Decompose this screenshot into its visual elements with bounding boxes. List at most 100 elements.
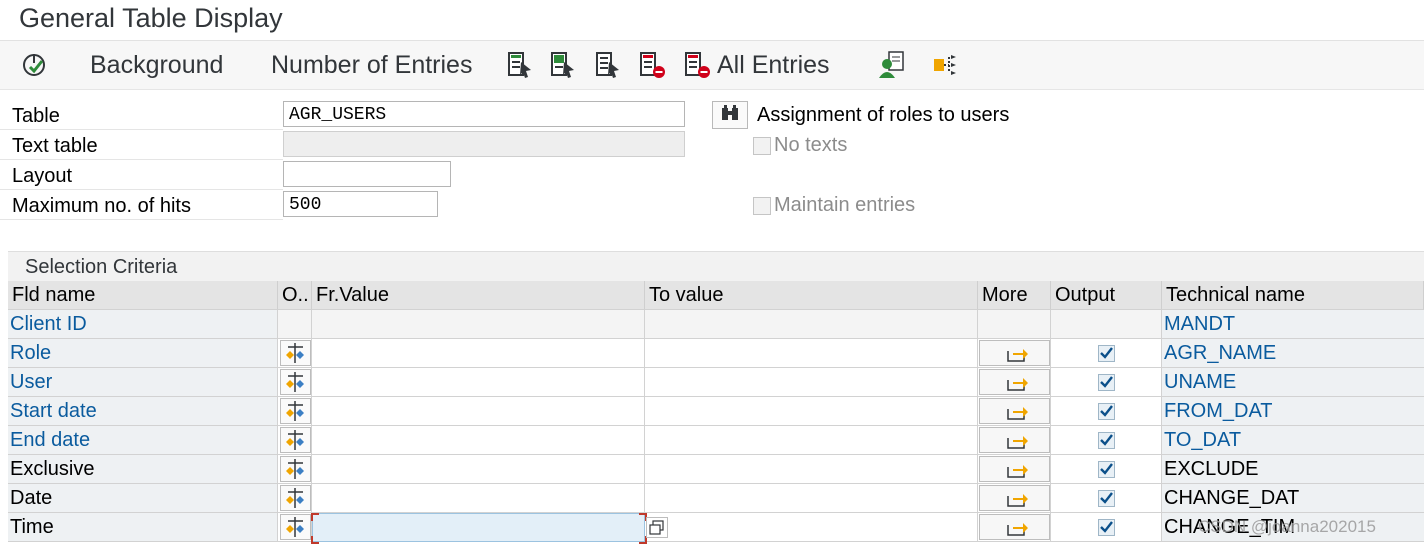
selection-option-button[interactable] [280,427,311,453]
col-header-to-value[interactable]: To value [645,281,978,310]
multiple-selection-button[interactable] [979,427,1050,453]
multiple-selection-button[interactable] [979,398,1050,424]
execute-icon[interactable] [20,50,50,80]
checkmark-icon [1100,434,1113,446]
delete-selection-icon[interactable] [638,50,668,80]
active-from-value-field[interactable] [312,513,645,542]
max-hits-input[interactable]: 500 [283,191,438,217]
table-input[interactable]: AGR_USERS [283,101,685,127]
from-value-input[interactable] [312,397,645,426]
binoculars-icon [722,105,738,120]
table-row: Start date FROM_DAT [8,397,1424,426]
col-header-fld-name[interactable]: Fld name [8,281,278,310]
number-of-entries-button[interactable]: Number of Entries [271,41,472,89]
table-description: Assignment of roles to users [757,104,1010,126]
get-variant-icon[interactable] [594,50,624,80]
table-row: Exclusive EXCLUDE [8,455,1424,484]
table-row: Role AGR_NAME [8,339,1424,368]
selection-option-button[interactable] [280,340,311,366]
output-checkbox[interactable] [1098,374,1115,391]
output-checkbox[interactable] [1098,403,1115,420]
maintain-entries-label: Maintain entries [774,194,916,216]
col-header-from-value[interactable]: Fr.Value [312,281,645,310]
user-settings-icon[interactable] [877,50,907,80]
selection-option-icon [286,459,304,479]
multiple-selection-button[interactable] [979,369,1050,395]
background-button[interactable]: Background [90,41,223,89]
col-header-output[interactable]: Output [1051,281,1162,310]
selection-option-icon [286,517,304,537]
from-value-input [312,310,645,339]
multiple-selection-button[interactable] [979,514,1050,540]
to-value-input[interactable] [645,484,978,513]
selection-option-icon [286,401,304,421]
maintain-entries-checkbox[interactable] [753,197,771,215]
technical-name: AGR_NAME [1162,339,1424,368]
divider [0,129,283,130]
table-row: End date TO_DAT [8,426,1424,455]
value-help-icon [649,520,664,535]
divider [0,189,283,190]
focus-corner [311,513,319,521]
selection-option-icon [286,372,304,392]
technical-name: MANDT [1162,310,1424,339]
window-title: General Table Display [19,3,283,33]
table-row: User UNAME [8,368,1424,397]
col-header-more[interactable]: More [978,281,1051,310]
output-cell [1051,310,1162,339]
selection-criteria-title: Selection Criteria [25,256,178,278]
from-value-input[interactable] [312,455,645,484]
field-name: Client ID [8,310,278,339]
multiple-selection-button[interactable] [979,456,1050,482]
technical-name: UNAME [1162,368,1424,397]
output-checkbox[interactable] [1098,461,1115,478]
selection-option-button[interactable] [280,369,311,395]
selection-option-icon [286,488,304,508]
no-texts-checkbox[interactable] [753,137,771,155]
selection-option-button[interactable] [280,398,311,424]
to-value-input[interactable] [645,455,978,484]
layout-input[interactable] [283,161,451,187]
multiple-selection-button[interactable] [979,485,1050,511]
value-help-button[interactable] [646,517,668,538]
output-checkbox[interactable] [1098,345,1115,362]
output-checkbox[interactable] [1098,432,1115,449]
table-row: Client ID MANDT [8,310,1424,339]
field-name: Time [8,513,278,542]
save-variant-icon[interactable] [549,50,579,80]
field-name: Role [8,339,278,368]
field-name: Exclusive [8,455,278,484]
to-value-input[interactable] [645,368,978,397]
all-entries-button[interactable]: All Entries [717,41,830,89]
grid-header-row: Fld name O.. Fr.Value To value More Outp… [8,281,1424,310]
multiple-selection-icon [1007,436,1028,449]
from-value-input[interactable] [312,339,645,368]
hierarchy-icon[interactable] [931,50,961,80]
all-entries-icon[interactable] [683,50,713,80]
multiple-selection-button[interactable] [979,340,1050,366]
option-cell [278,310,312,339]
from-value-input[interactable] [312,426,645,455]
output-checkbox[interactable] [1098,519,1115,536]
col-header-option[interactable]: O.. [278,281,312,310]
col-header-technical-name[interactable]: Technical name [1162,281,1424,310]
field-name: User [8,368,278,397]
selection-option-button[interactable] [280,514,311,540]
selection-option-icon [286,343,304,363]
field-name: Start date [8,397,278,426]
max-hits-label: Maximum no. of hits [12,195,191,217]
output-checkbox[interactable] [1098,490,1115,507]
selection-option-button[interactable] [280,485,311,511]
from-value-input[interactable] [312,368,645,397]
table-info-button[interactable] [712,101,748,129]
to-value-input[interactable] [645,426,978,455]
to-value-input[interactable] [645,513,978,542]
selection-option-button[interactable] [280,456,311,482]
table-label: Table [12,105,60,127]
to-value-input[interactable] [645,339,978,368]
select-variant-icon[interactable] [506,50,536,80]
technical-name: EXCLUDE [1162,455,1424,484]
to-value-input[interactable] [645,397,978,426]
selection-criteria-header: Selection Criteria [8,251,1424,282]
from-value-input[interactable] [312,484,645,513]
